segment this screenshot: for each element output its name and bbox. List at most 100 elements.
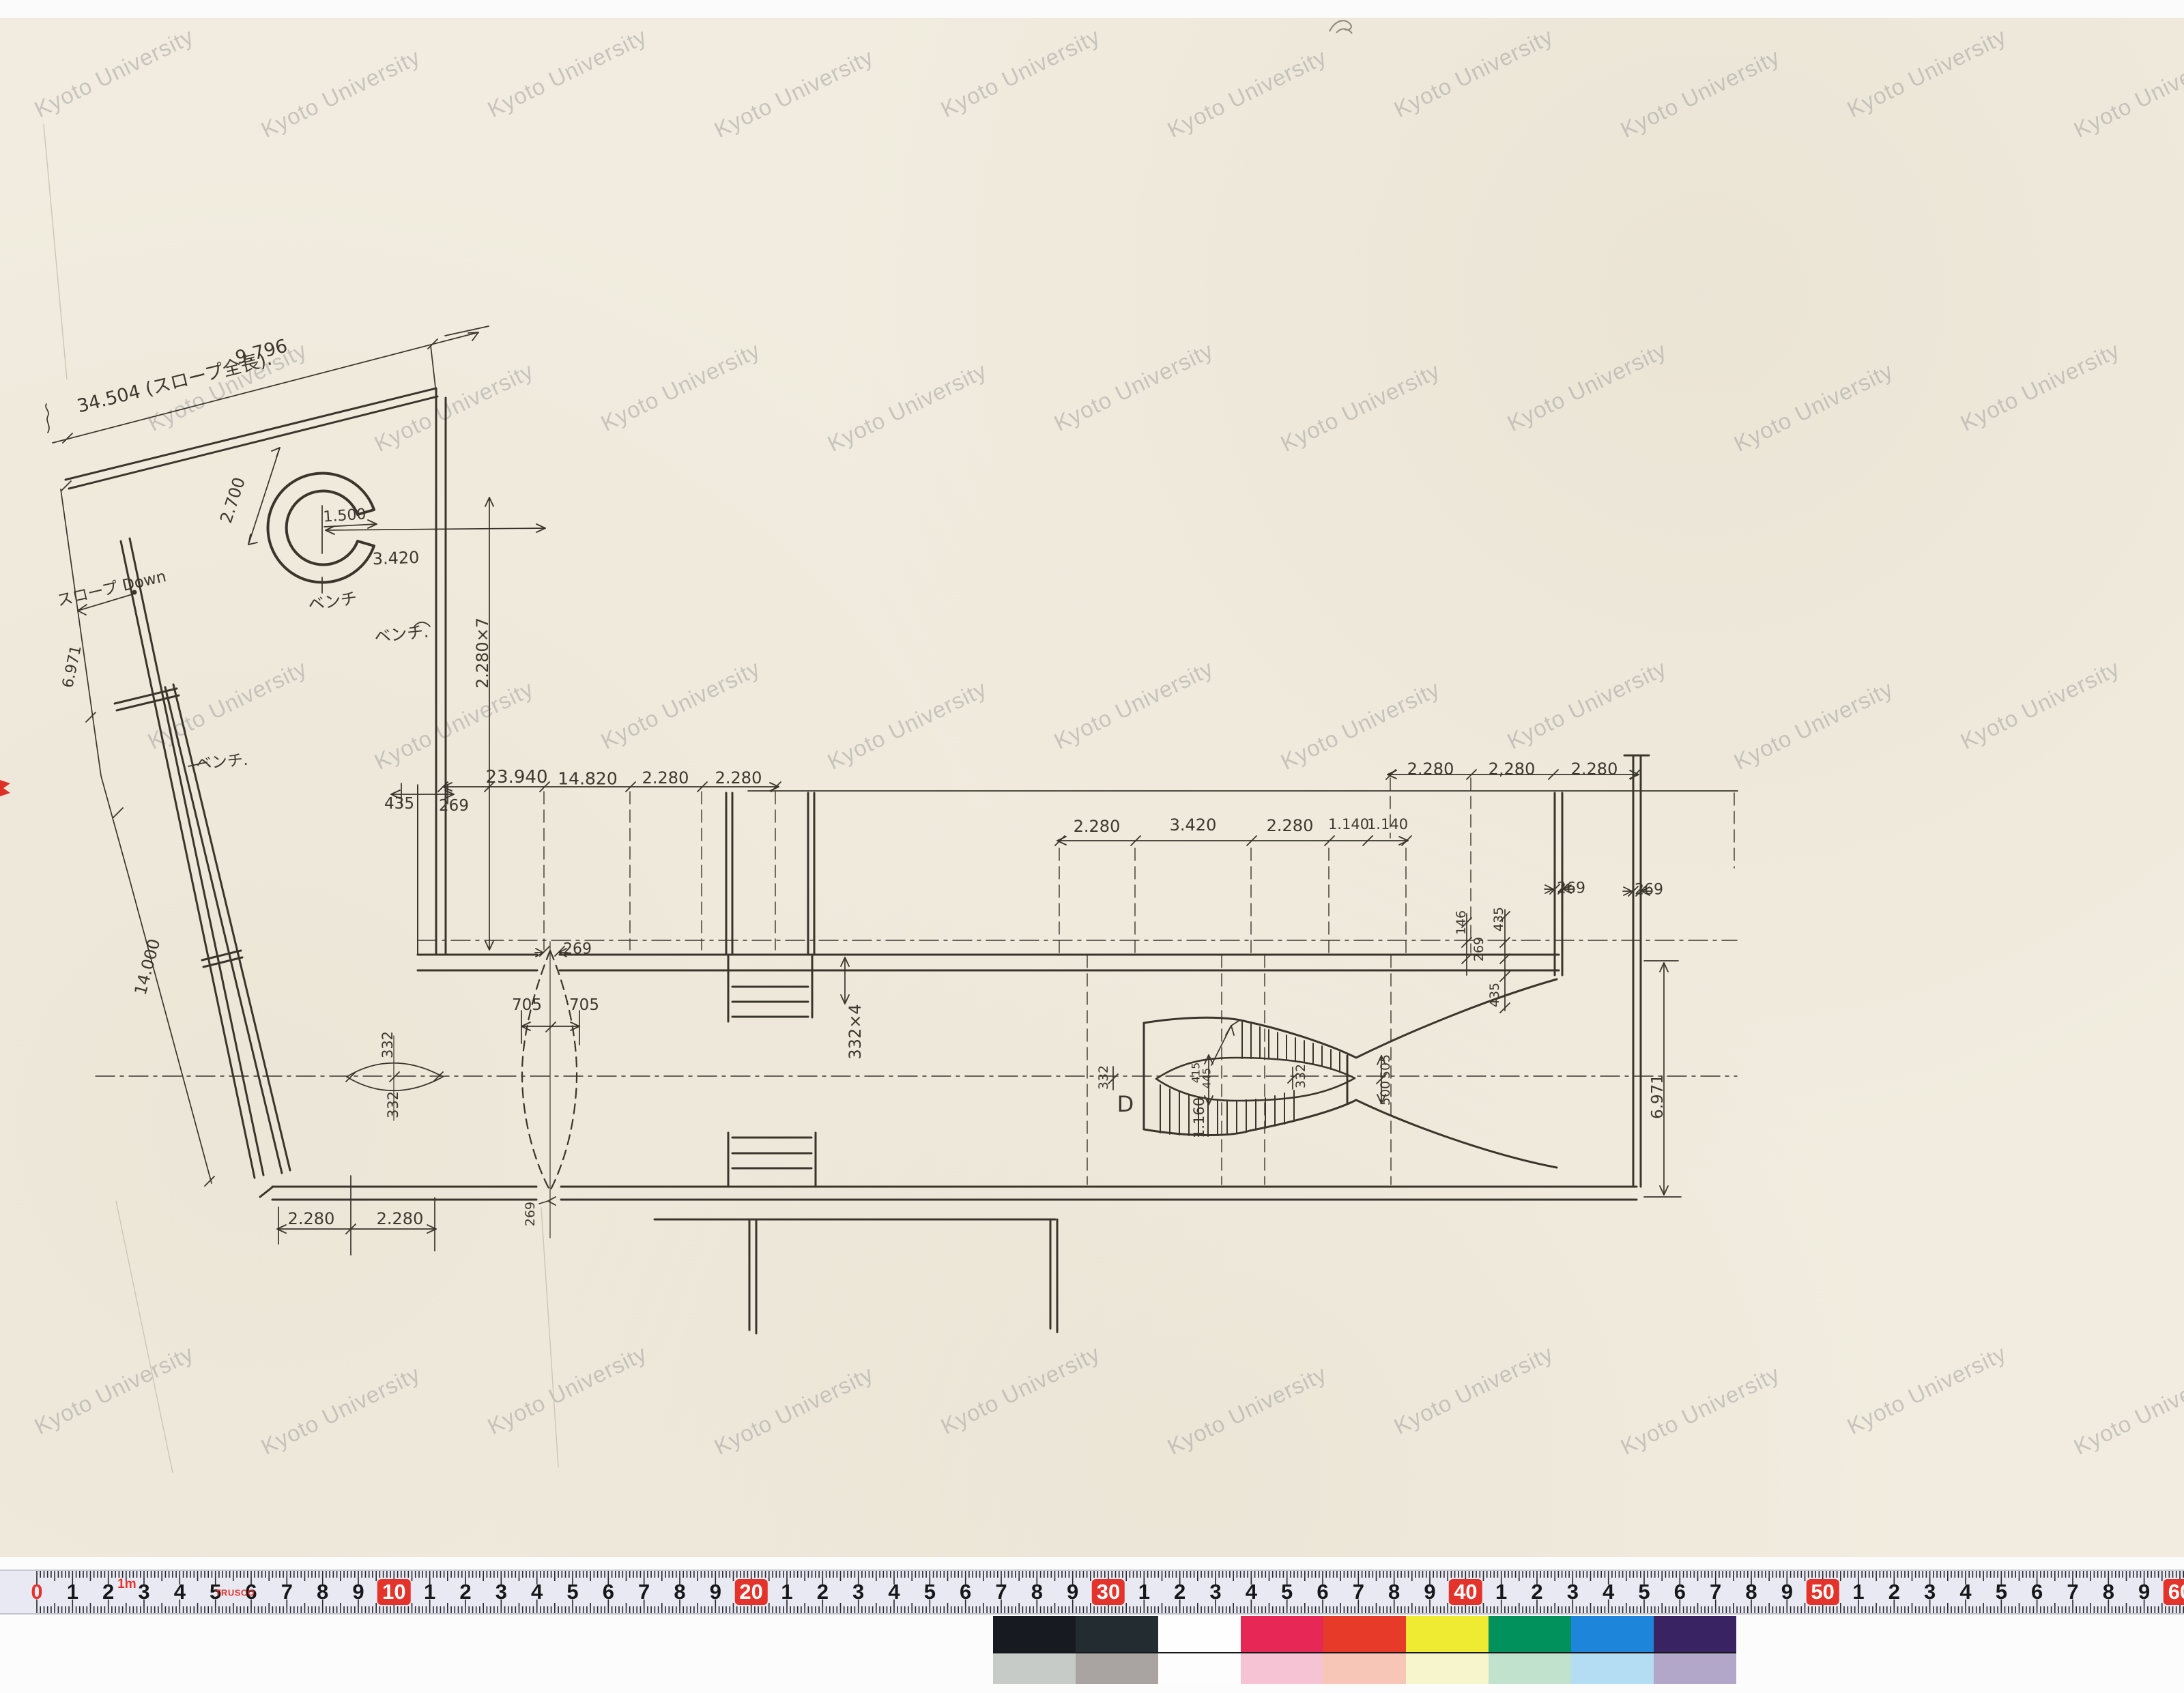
- ruler-number-42cm: 2: [1531, 1580, 1542, 1604]
- plan-label-d-1140-a: 1.140: [1328, 816, 1369, 833]
- plan-label-d-505: 505: [1378, 1054, 1393, 1079]
- ruler-number-30cm: 30: [1092, 1580, 1125, 1604]
- ruler-number-3cm: 3: [138, 1580, 149, 1604]
- ruler-number-53cm: 3: [1924, 1580, 1936, 1604]
- paper-sheet: Kyoto UniversityKyoto UniversityKyoto Un…: [0, 18, 2184, 1557]
- plan-label-d-269-stub2: 269: [1635, 882, 1663, 899]
- plan-label-bench-circle: ベンチ: [306, 585, 358, 616]
- plan-label-d-1160: 1.160: [1191, 1097, 1207, 1138]
- plan-label-d-435-left: 435: [384, 795, 414, 813]
- plan-label-d-269-gap-bot: 269: [523, 1202, 538, 1226]
- color-patch-top-2: [1158, 1616, 1241, 1652]
- ruler-number-19cm: 9: [710, 1580, 721, 1604]
- color-patch-bottom-5: [1406, 1653, 1489, 1684]
- ruler-number-48cm: 8: [1745, 1580, 1757, 1604]
- plan-label-slope-down: スロープ Down: [55, 563, 169, 611]
- ruler-number-15cm: 5: [566, 1580, 578, 1604]
- ruler-number-37cm: 7: [1353, 1580, 1364, 1604]
- ruler-number-57cm: 7: [2067, 1580, 2078, 1604]
- plan-label-d-6971-right: 6.971: [1649, 1074, 1667, 1119]
- ruler-number-33cm: 3: [1209, 1580, 1221, 1604]
- plan-label-d-2280-g: 2,280: [1489, 759, 1536, 779]
- color-patch-top-1: [1076, 1616, 1158, 1652]
- ruler-number-51cm: 1: [1852, 1580, 1864, 1604]
- ruler-number-59cm: 9: [2138, 1580, 2150, 1604]
- ruler-number-41cm: 1: [1495, 1580, 1507, 1604]
- plan-label-bench-ramp: ベンチ.: [195, 747, 249, 775]
- ruler-number-26cm: 6: [960, 1580, 971, 1604]
- ruler-number-56cm: 6: [2031, 1580, 2043, 1604]
- ruler-number-46cm: 6: [1674, 1580, 1686, 1604]
- ruler-number-29cm: 9: [1067, 1580, 1078, 1604]
- plan-label-d-2280-h: 2.280: [1571, 759, 1618, 779]
- plan-label-d-23940: 23.940: [486, 767, 548, 787]
- ruler-number-36cm: 6: [1317, 1580, 1328, 1604]
- color-patch-top-4: [1323, 1616, 1406, 1652]
- ruler-number-34cm: 4: [1246, 1580, 1257, 1604]
- color-patch-top-0: [993, 1616, 1076, 1652]
- plan-label-d-1500: 1.500: [323, 506, 367, 525]
- ruler-number-16cm: 6: [603, 1580, 614, 1604]
- color-patch-bottom-6: [1489, 1653, 1571, 1684]
- ruler-number-47cm: 7: [1710, 1580, 1721, 1604]
- plan-label-d-332-boat-r: 332: [1293, 1064, 1308, 1088]
- plan-label-d-6971-left: 6.971: [59, 644, 85, 690]
- ruler-number-39cm: 9: [1424, 1580, 1435, 1604]
- plan-label-d-332-lens-top: 332: [379, 1031, 396, 1058]
- ruler-number-18cm: 8: [674, 1580, 685, 1604]
- ruler-number-31cm: 1: [1138, 1580, 1150, 1604]
- ruler-number-50cm: 50: [1806, 1580, 1839, 1604]
- plan-label-d-269-stub1: 269: [1557, 880, 1585, 897]
- plan-label-d-1140-b: 1.140: [1367, 816, 1408, 833]
- ruler-meter-label: 1m: [117, 1577, 136, 1592]
- color-patch-top-8: [1654, 1616, 1736, 1652]
- ruler-number-20cm: 20: [734, 1580, 767, 1604]
- ruler-number-1cm: 1: [67, 1580, 78, 1604]
- plan-label-d-2280-i: 2.280: [288, 1209, 335, 1228]
- plan-label-d-269-gap-top: 269: [563, 941, 592, 958]
- ruler-number-14cm: 4: [531, 1580, 543, 1604]
- color-patch-bottom-2: [1158, 1653, 1241, 1684]
- ruler-number-12cm: 2: [459, 1580, 471, 1604]
- color-patch-bottom-8: [1654, 1653, 1736, 1684]
- ruler-number-52cm: 2: [1888, 1580, 1900, 1604]
- plan-label-d-332-lens-bot: 332: [385, 1091, 401, 1118]
- ruler-number-43cm: 3: [1567, 1580, 1579, 1604]
- plan-label-d-332-boat-l: 332: [1096, 1065, 1111, 1090]
- ruler-brand-label: TRUSCO: [215, 1588, 255, 1598]
- ruler-number-4cm: 4: [174, 1580, 186, 1604]
- plan-label-d-2280-j: 2.280: [377, 1209, 424, 1228]
- color-bar-top-row: [993, 1616, 1736, 1653]
- ruler-number-38cm: 8: [1388, 1580, 1400, 1604]
- ruler-number-24cm: 4: [888, 1580, 900, 1604]
- color-patch-bottom-3: [1241, 1653, 1323, 1684]
- ruler-number-11cm: 1: [424, 1580, 435, 1604]
- plan-label-d-705-r: 705: [569, 996, 599, 1014]
- ruler-number-27cm: 7: [995, 1580, 1007, 1604]
- color-patch-top-6: [1489, 1616, 1571, 1652]
- ruler-number-7cm: 7: [281, 1580, 293, 1604]
- plan-label-d-3420-circle: 3.420: [372, 548, 420, 568]
- ruler-number-55cm: 5: [1996, 1580, 2007, 1604]
- ruler-number-2cm: 2: [102, 1580, 114, 1604]
- dimension-labels-layer: 34.504 (スロープ全長).9.7962.7001.5003.420ベンチベ…: [0, 0, 2184, 1693]
- plan-label-d-2280x7: 2.280×7: [473, 618, 492, 689]
- ruler-number-10cm: 10: [377, 1580, 410, 1604]
- color-patch-top-7: [1571, 1616, 1654, 1652]
- ruler-number-32cm: 2: [1174, 1580, 1186, 1604]
- plan-label-d-445: 445: [1201, 1068, 1213, 1089]
- color-patch-bottom-7: [1571, 1653, 1654, 1684]
- ruler-number-40cm: 40: [1449, 1580, 1482, 1604]
- ruler-number-22cm: 2: [817, 1580, 829, 1604]
- plan-label-d-500: 500: [1378, 1081, 1393, 1105]
- ruler-number-35cm: 5: [1281, 1580, 1293, 1604]
- ruler-number-49cm: 9: [1781, 1580, 1793, 1604]
- ruler-number-25cm: 5: [924, 1580, 936, 1604]
- plan-label-d-2700: 2.700: [216, 475, 249, 525]
- plan-label-d-2280-e: 2.280: [1267, 816, 1314, 835]
- color-patch-top-3: [1241, 1616, 1323, 1652]
- plan-label-d-435-v1: 435: [1491, 907, 1506, 931]
- color-bar-bottom-row: [993, 1653, 1736, 1684]
- ruler-number-13cm: 3: [495, 1580, 507, 1604]
- ruler-number-60cm: 60: [2164, 1580, 2184, 1604]
